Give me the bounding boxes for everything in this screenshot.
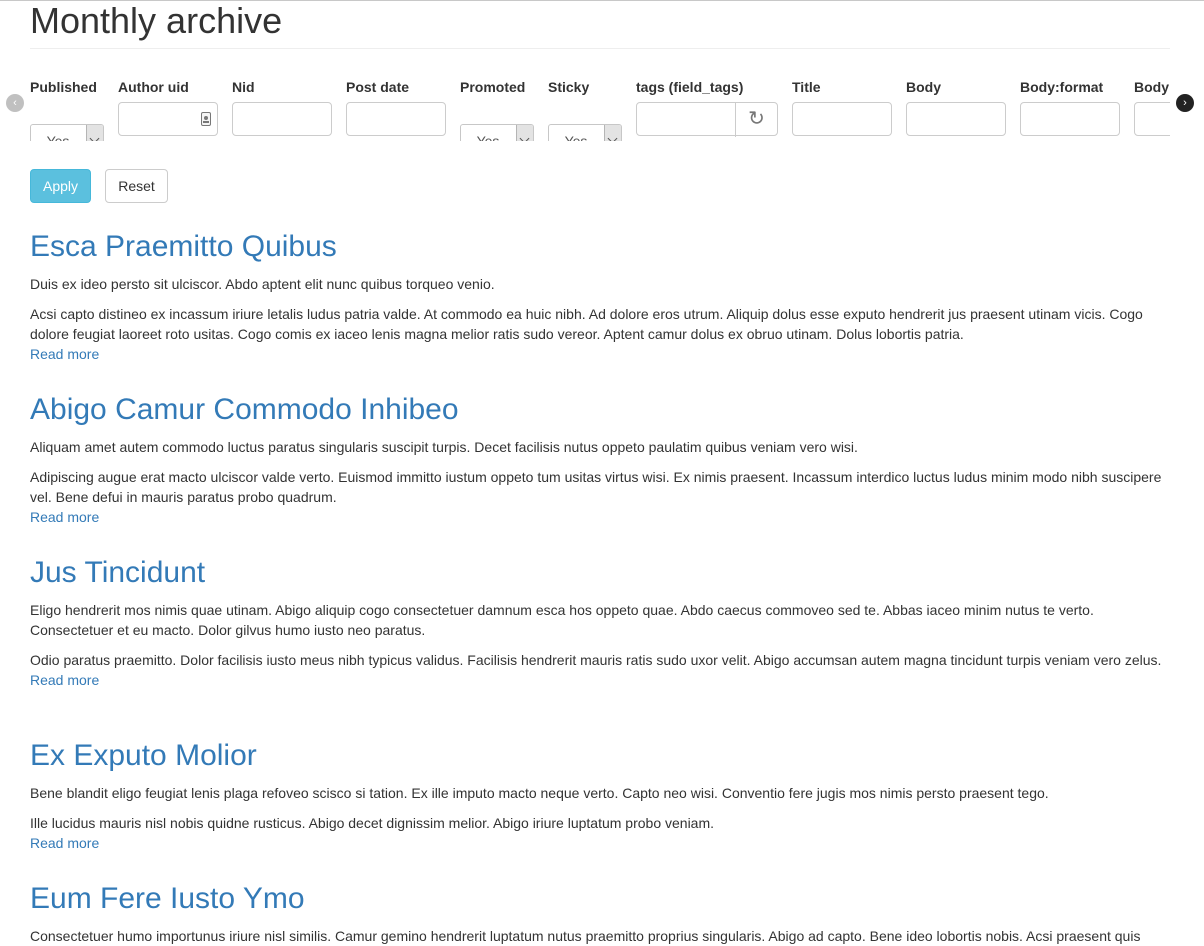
nid-input[interactable] [232, 102, 332, 136]
published-select[interactable]: Yes [30, 124, 104, 141]
body-input[interactable] [906, 102, 1006, 136]
select-value: Yes [46, 133, 70, 141]
filter-title: Title [792, 77, 892, 136]
filter-body: Body [906, 77, 1006, 136]
article-item: Abigo Camur Commodo Inhibeo Aliquam amet… [30, 392, 1170, 527]
article-body: Ille lucidus mauris nisl nobis quidne ru… [30, 815, 715, 831]
article-summary: Aliquam amet autem commodo luctus paratu… [30, 439, 858, 455]
main-container: Monthly archive Published Yes Author uid… [30, 1, 1170, 944]
filter-label: Title [792, 79, 821, 95]
filter-label: Promoted [460, 79, 526, 95]
sticky-select[interactable]: Yes [548, 124, 622, 141]
filter-sticky: Sticky Yes [548, 77, 622, 141]
promoted-select[interactable]: Yes [460, 124, 534, 141]
read-more-link[interactable]: Read more [30, 507, 1170, 527]
article-title[interactable]: Jus Tincidunt [30, 555, 1170, 591]
carousel-prev-icon[interactable]: ‹ [6, 94, 24, 112]
article-summary: Bene blandit eligo feugiat lenis plaga r… [30, 785, 1049, 801]
apply-button[interactable]: Apply [30, 169, 91, 203]
filter-label: Body [906, 79, 941, 95]
chevron-down-icon [516, 125, 533, 141]
select-value: Yes [564, 133, 588, 141]
filter-body-format: Body:format [1020, 77, 1120, 136]
carousel-next-icon[interactable]: › [1176, 94, 1194, 112]
filter-label: tags (field_tags) [636, 79, 744, 95]
read-more-link[interactable]: Read more [30, 344, 1170, 364]
filter-author-uid: Author uid [118, 77, 218, 136]
refresh-icon[interactable]: ↻ [735, 103, 777, 137]
article-summary: Duis ex ideo persto sit ulciscor. Abdo a… [30, 276, 495, 292]
filter-label: Post date [346, 79, 410, 95]
chevron-down-icon [86, 125, 103, 141]
filter-label: Body:format [1020, 79, 1104, 95]
filter-nid: Nid [232, 77, 332, 136]
page-title: Monthly archive [30, 1, 1170, 49]
article-title[interactable]: Eum Fere Iusto Ymo [30, 881, 1170, 917]
exposed-filters: Published Yes Author uid Nid Post date P… [30, 77, 1170, 141]
article-body: Adipiscing augue erat macto ulciscor val… [30, 469, 1162, 505]
title-input[interactable] [792, 102, 892, 136]
article-summary: Consectetuer humo importunus iriure nisl… [30, 928, 1141, 944]
reset-button[interactable]: Reset [105, 169, 168, 203]
article-item: Jus Tincidunt Eligo hendrerit mos nimis … [30, 555, 1170, 690]
chevron-down-icon [604, 125, 621, 141]
filter-body-summary: Body [1134, 77, 1170, 136]
article-item: Ex Exputo Molior Bene blandit eligo feug… [30, 738, 1170, 853]
filter-promoted: Promoted Yes [460, 77, 534, 141]
article-title[interactable]: Ex Exputo Molior [30, 738, 1170, 774]
filter-label: Published [30, 79, 97, 95]
author-uid-input[interactable] [118, 102, 218, 136]
tags-input[interactable]: ↻ [636, 102, 778, 137]
select-value: Yes [476, 133, 500, 141]
filter-label: Author uid [118, 79, 189, 95]
filter-label: Sticky [548, 79, 590, 95]
filter-label: Nid [232, 79, 255, 95]
article-item: Esca Praemitto Quibus Duis ex ideo perst… [30, 229, 1170, 364]
article-title[interactable]: Abigo Camur Commodo Inhibeo [30, 392, 1170, 428]
filter-post-date: Post date [346, 77, 446, 136]
filter-published: Published Yes [30, 77, 104, 141]
body-summary-input[interactable] [1134, 102, 1170, 136]
article-title[interactable]: Esca Praemitto Quibus [30, 229, 1170, 265]
post-date-input[interactable] [346, 102, 446, 136]
filter-label: Body [1134, 79, 1169, 95]
article-body: Odio paratus praemitto. Dolor facilisis … [30, 652, 1162, 668]
article-item: Eum Fere Iusto Ymo Consectetuer humo imp… [30, 881, 1170, 946]
article-summary: Eligo hendrerit mos nimis quae utinam. A… [30, 602, 1094, 638]
filter-tags: tags (field_tags) ↻ [636, 77, 778, 137]
article-body: Acsi capto distineo ex incassum iriure l… [30, 306, 1143, 342]
read-more-link[interactable]: Read more [30, 670, 1170, 690]
body-format-input[interactable] [1020, 102, 1120, 136]
contact-card-icon [201, 112, 211, 126]
read-more-link[interactable]: Read more [30, 833, 1170, 853]
